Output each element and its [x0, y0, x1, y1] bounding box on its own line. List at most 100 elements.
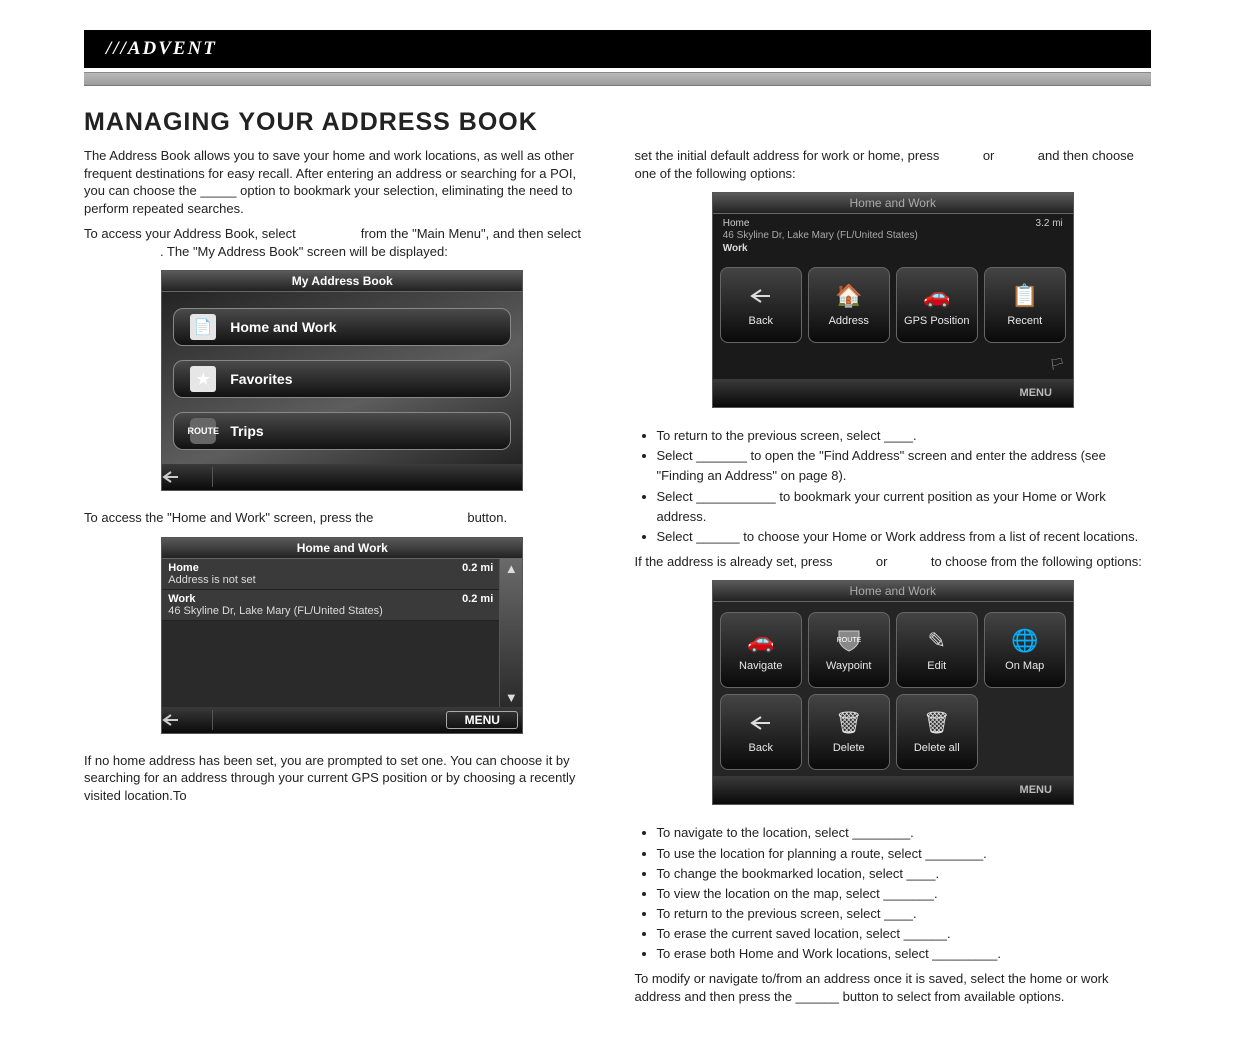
- scroll-down-icon[interactable]: ▼: [505, 690, 518, 705]
- spacer: [984, 694, 1066, 768]
- route-shield-icon: ROUTE: [836, 628, 862, 654]
- recent-button[interactable]: 📋 Recent: [984, 267, 1066, 343]
- text: To access your Address Book, select: [84, 226, 299, 241]
- text: to choose from the following options:: [931, 554, 1142, 569]
- list-item: Select _______ to open the "Find Address…: [657, 446, 1152, 486]
- address-button[interactable]: 🏠 Address: [808, 267, 890, 343]
- list-icon: 📋: [1011, 283, 1038, 309]
- text: button.: [467, 510, 507, 525]
- label: Delete: [833, 742, 865, 754]
- trash-icon: 🗑: [923, 710, 951, 736]
- route-icon: ROUTE: [190, 418, 216, 444]
- label: Favorites: [230, 371, 292, 387]
- label: Back: [749, 742, 773, 754]
- back-button[interactable]: [162, 467, 213, 487]
- text: set the initial default address for work…: [635, 148, 944, 163]
- back-button[interactable]: Back: [720, 267, 802, 343]
- separator-bar: [84, 72, 1151, 86]
- edit-button[interactable]: ✎ Edit: [896, 612, 978, 688]
- no-home-paragraph: If no home address has been set, you are…: [84, 752, 601, 805]
- list-item[interactable]: Work0.2 mi 46 Skyline Dr, Lake Mary (FL/…: [162, 590, 499, 621]
- brand-logo: ///ADVENT: [106, 38, 217, 60]
- star-icon: ★: [190, 366, 216, 392]
- trash-icon: 🗑: [835, 710, 863, 736]
- waypoint-button[interactable]: ROUTE Waypoint: [808, 612, 890, 688]
- blank: _____: [943, 148, 979, 163]
- back-arrow-icon: [162, 470, 180, 484]
- flag-icon[interactable]: 🏳: [1050, 357, 1065, 371]
- house-icon: 🏠: [835, 283, 862, 309]
- menu-button[interactable]: MENU: [1005, 387, 1067, 399]
- svg-text:ROUTE: ROUTE: [837, 637, 862, 644]
- label: Recent: [1007, 315, 1042, 327]
- menu-button[interactable]: MENU: [1005, 784, 1067, 796]
- distance: 0.2 mi: [462, 593, 493, 605]
- gps-position-button[interactable]: 🚗 GPS Position: [896, 267, 978, 343]
- list-item: To return to the previous screen, select…: [657, 904, 1152, 924]
- delete-all-button[interactable]: 🗑 Delete all: [896, 694, 978, 770]
- list-item: To change the bookmarked location, selec…: [657, 864, 1152, 884]
- label: Edit: [927, 660, 946, 672]
- list-item: To view the location on the map, select …: [657, 884, 1152, 904]
- back-button[interactable]: [162, 710, 213, 730]
- list-item: To navigate to the location, select ____…: [657, 823, 1152, 843]
- distance: 0.2 mi: [462, 562, 493, 574]
- menu-trips[interactable]: ROUTE Trips: [173, 412, 511, 450]
- list-item: Select ___________ to bookmark your curr…: [657, 487, 1152, 527]
- back-button[interactable]: Back: [720, 694, 802, 770]
- list-item[interactable]: Home0.2 mi Address is not set: [162, 559, 499, 590]
- list-item: To erase the current saved location, sel…: [657, 924, 1152, 944]
- modify-paragraph: To modify or navigate to/from an address…: [635, 970, 1152, 1005]
- scroll-up-icon[interactable]: ▲: [505, 561, 518, 576]
- distance: 3.2 mi: [1036, 218, 1063, 229]
- text: If the address is already set, press: [635, 554, 837, 569]
- hw-access-paragraph: To access the "Home and Work" screen, pr…: [84, 509, 601, 527]
- blank: _____: [836, 554, 872, 569]
- delete-button[interactable]: 🗑 Delete: [808, 694, 890, 770]
- column-left: The Address Book allows you to save your…: [84, 147, 601, 1014]
- menu-button[interactable]: MENU: [446, 711, 518, 729]
- screenshot-address-actions: Home and Work 🚗 Navigate ROUTE Waypoint …: [712, 580, 1074, 805]
- text: or: [983, 148, 998, 163]
- device-title: My Address Book: [162, 271, 522, 292]
- column-right: set the initial default address for work…: [635, 147, 1152, 1014]
- globe-icon: 🌐: [1011, 628, 1038, 654]
- screenshot-my-address-book: My Address Book 📄 Home and Work ★ Favori…: [161, 270, 523, 491]
- blank: _____: [998, 148, 1034, 163]
- intro-paragraph: The Address Book allows you to save your…: [84, 147, 601, 217]
- device-title: Home and Work: [713, 581, 1073, 602]
- blank: ________: [299, 226, 357, 241]
- text: or: [876, 554, 891, 569]
- label: Address: [829, 315, 869, 327]
- label: Back: [749, 315, 773, 327]
- notepad-icon: 📄: [190, 314, 216, 340]
- menu-favorites[interactable]: ★ Favorites: [173, 360, 511, 398]
- options-list-2: To navigate to the location, select ____…: [657, 823, 1152, 964]
- text: from the "Main Menu", and then select: [361, 226, 581, 241]
- label: Waypoint: [826, 660, 871, 672]
- already-set-paragraph: If the address is already set, press ___…: [635, 553, 1152, 571]
- sub-label: 46 Skyline Dr, Lake Mary (FL/United Stat…: [168, 605, 493, 617]
- pencil-icon: ✎: [928, 628, 946, 654]
- sub-label: 46 Skyline Dr, Lake Mary (FL/United Stat…: [723, 229, 1063, 242]
- car-icon: 🚗: [747, 628, 774, 654]
- screenshot-set-address-options: Home and Work Home3.2 mi 46 Skyline Dr, …: [712, 192, 1074, 408]
- on-map-button[interactable]: 🌐 On Map: [984, 612, 1066, 688]
- list-item: To return to the previous screen, select…: [657, 426, 1152, 446]
- blank: _____: [891, 554, 927, 569]
- label: Trips: [230, 423, 263, 439]
- blank: ____________: [377, 510, 464, 525]
- brand-bar: ///ADVENT: [84, 30, 1151, 68]
- info-panel: Home3.2 mi 46 Skyline Dr, Lake Mary (FL/…: [713, 214, 1073, 257]
- car-icon: 🚗: [923, 283, 950, 309]
- list-item: To erase both Home and Work locations, s…: [657, 944, 1152, 964]
- menu-home-and-work[interactable]: 📄 Home and Work: [173, 308, 511, 346]
- scrollbar[interactable]: ▲ ▼: [499, 559, 522, 707]
- device-title: Home and Work: [162, 538, 522, 559]
- navigate-button[interactable]: 🚗 Navigate: [720, 612, 802, 688]
- label: Delete all: [914, 742, 960, 754]
- back-arrow-icon: [750, 710, 772, 736]
- access-paragraph: To access your Address Book, select ____…: [84, 225, 601, 260]
- text: . The "My Address Book" screen will be d…: [160, 244, 448, 259]
- label: On Map: [1005, 660, 1044, 672]
